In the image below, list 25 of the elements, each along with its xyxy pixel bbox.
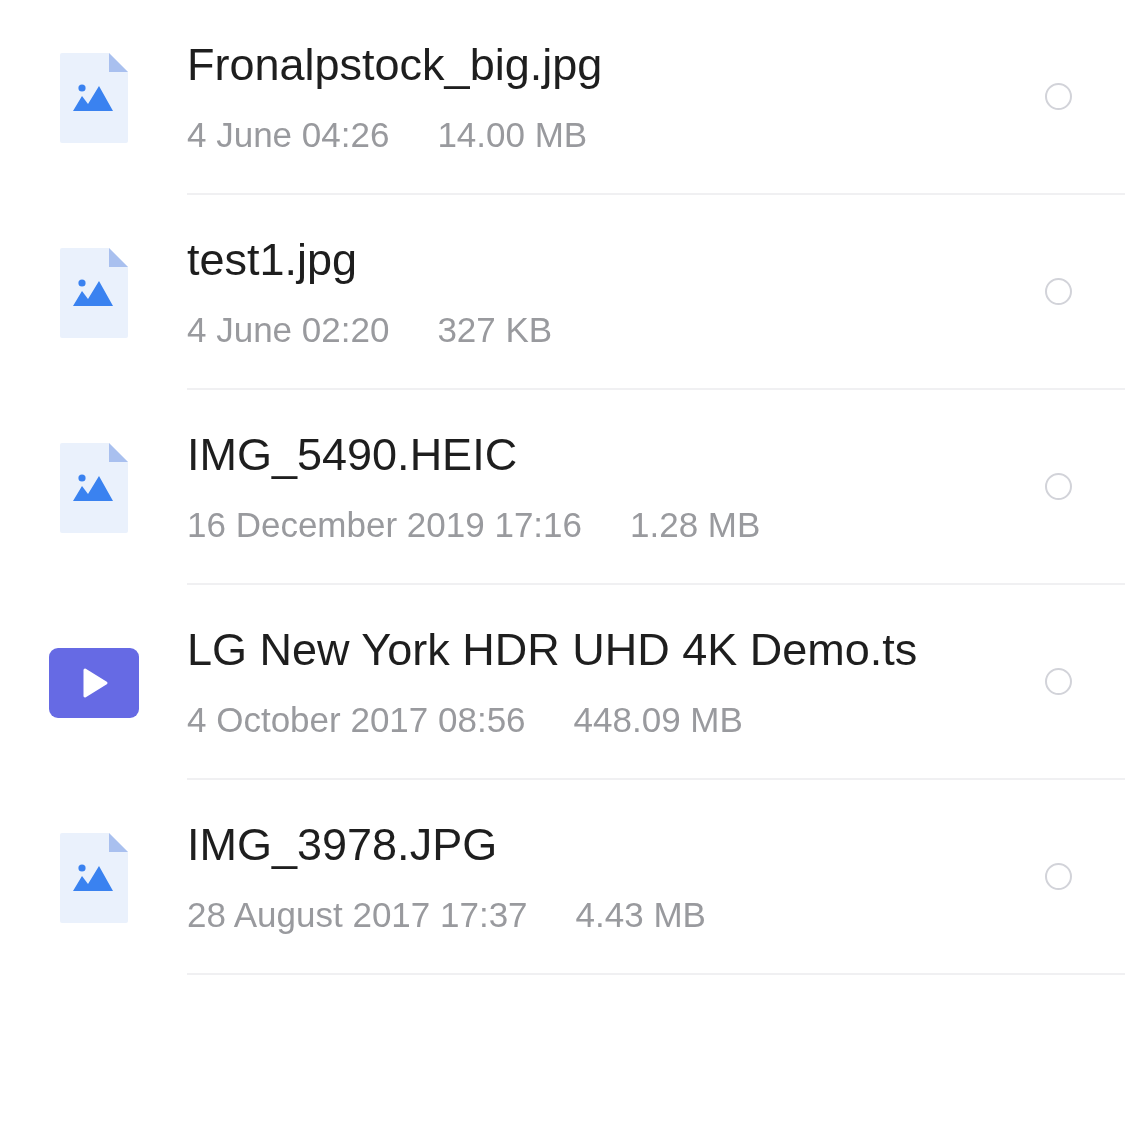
play-video-icon (48, 647, 139, 718)
file-date: 4 October 2017 08:56 (187, 699, 526, 741)
select-radio[interactable] (1045, 668, 1072, 695)
file-size: 327 KB (437, 309, 553, 351)
file-size: 448.09 MB (573, 699, 743, 741)
file-size: 4.43 MB (575, 894, 706, 936)
select-radio[interactable] (1045, 863, 1072, 890)
image-file-icon (59, 442, 128, 533)
file-name: IMG_3978.JPG (187, 818, 499, 872)
file-size: 1.28 MB (630, 504, 761, 546)
file-name: IMG_5490.HEIC (187, 428, 519, 482)
file-size: 14.00 MB (437, 114, 588, 156)
file-name: test1.jpg (187, 233, 359, 287)
file-date: 16 December 2019 17:16 (187, 504, 582, 546)
file-date: 4 June 04:26 (187, 114, 390, 156)
image-file-icon (59, 247, 128, 338)
select-radio[interactable] (1045, 473, 1072, 500)
select-radio[interactable] (1045, 83, 1072, 110)
file-name: LG New York HDR UHD 4K Demo.ts (187, 623, 918, 677)
file-date: 28 August 2017 17:37 (187, 894, 528, 936)
file-date: 4 June 02:20 (187, 309, 390, 351)
image-file-icon (59, 52, 128, 143)
image-file-icon (59, 832, 128, 923)
file-name: Fronalpstock_big.jpg (187, 38, 603, 92)
select-radio[interactable] (1045, 278, 1072, 305)
